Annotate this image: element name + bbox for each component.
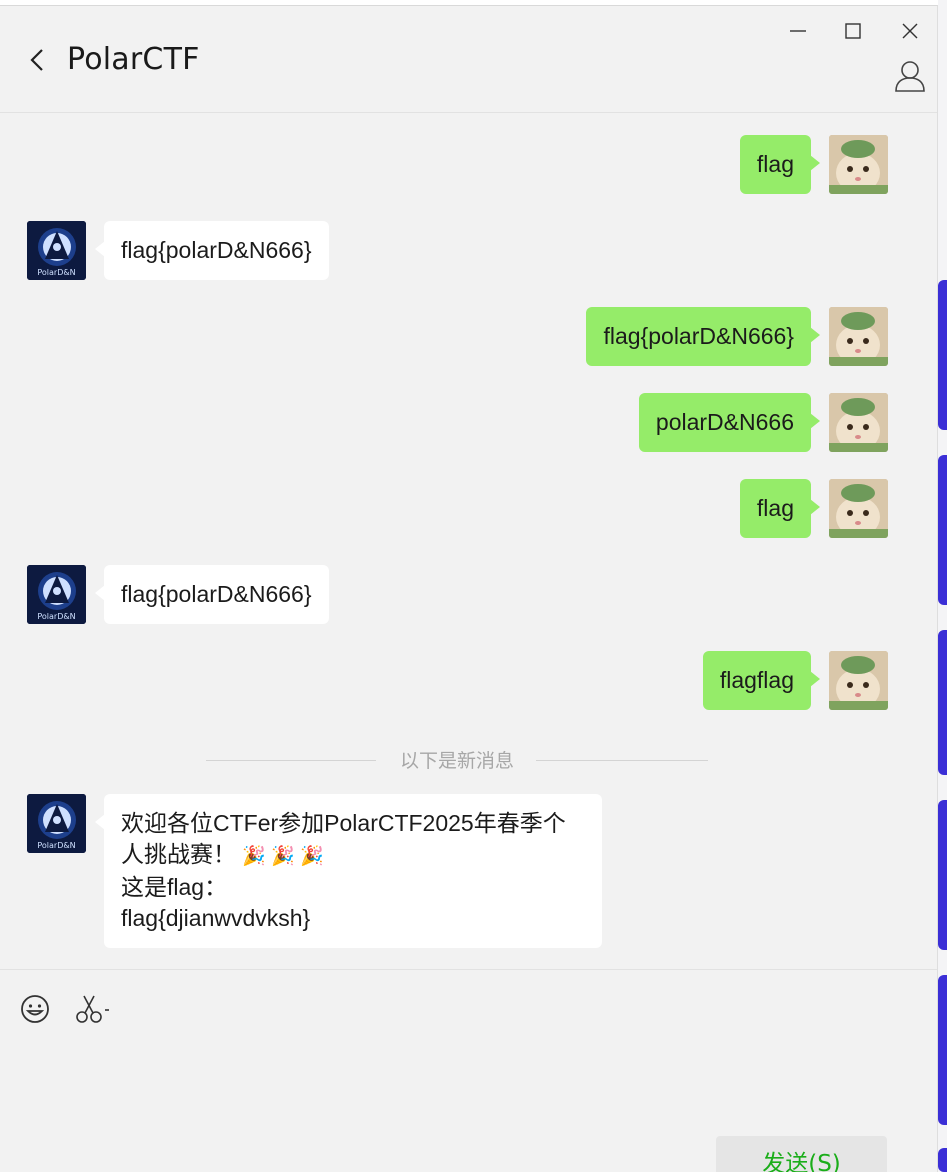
svg-text:PolarD&N: PolarD&N [37,268,75,277]
desktop-tab [938,800,947,950]
my-avatar[interactable] [829,479,888,538]
message-bubble-received-announcement[interactable]: 欢迎各位CTFer参加PolarCTF2025年春季个 人挑战赛！ 🎉 🎉 🎉 … [95,794,602,948]
my-avatar[interactable] [829,393,888,452]
minimize-button[interactable] [783,16,813,46]
polardn-logo-icon: PolarD&N [27,565,86,624]
chat-title: PolarCTF [67,42,200,77]
polardn-logo-icon: PolarD&N [27,794,86,853]
announcement-line-2: 人挑战赛！ 🎉 🎉 🎉 [121,839,585,872]
polardn-avatar[interactable]: PolarD&N [27,221,86,280]
party-popper-icon: 🎉 🎉 🎉 [242,846,324,867]
new-messages-divider: 以下是新消息 [206,745,708,775]
svg-text:PolarD&N: PolarD&N [37,841,75,850]
maximize-button[interactable] [838,16,868,46]
contact-profile-icon[interactable] [893,58,927,94]
cat-avatar-icon [829,307,888,366]
desktop-tab [938,1148,947,1172]
message-bubble-sent[interactable]: flag [739,479,821,538]
close-button[interactable] [895,16,925,46]
chat-window: PolarCTF flag PolarD&N flag{polarD&N666}… [0,5,938,1172]
announcement-line-4: flag{djianwvdvksh} [121,905,311,931]
cat-avatar-icon [829,135,888,194]
send-button[interactable]: 发送(S) [716,1136,887,1172]
svg-text:PolarD&N: PolarD&N [37,612,75,621]
desktop-tab [938,630,947,775]
cat-avatar-icon [829,393,888,452]
scissors-icon[interactable] [74,992,110,1028]
smiley-icon[interactable] [18,992,54,1028]
message-composer[interactable]: 发送(S) [0,969,937,1172]
polardn-avatar[interactable]: PolarD&N [27,794,86,853]
my-avatar[interactable] [829,135,888,194]
back-arrow-icon[interactable] [26,46,52,74]
message-bubble-sent[interactable]: flag [739,135,821,194]
message-bubble-sent[interactable]: flagflag [702,651,821,710]
polardn-logo-icon: PolarD&N [27,221,86,280]
desktop-tab [938,280,947,430]
divider-line [536,760,708,761]
polardn-avatar[interactable]: PolarD&N [27,565,86,624]
message-list[interactable]: flag PolarD&N flag{polarD&N666} flag{pol… [0,114,937,969]
message-bubble-received[interactable]: flag{polarD&N666} [95,565,329,624]
desktop-tab [938,455,947,605]
message-bubble-received[interactable]: flag{polarD&N666} [95,221,329,280]
message-bubble-sent[interactable]: flag{polarD&N666} [586,307,820,366]
desktop-background-strip [938,0,947,1172]
desktop-tab [938,975,947,1125]
announcement-line-2-text: 人挑战赛！ [121,841,236,867]
my-avatar[interactable] [829,307,888,366]
announcement-line-1: 欢迎各位CTFer参加PolarCTF2025年春季个 [121,810,566,836]
message-bubble-sent[interactable]: polarD&N666 [638,393,821,452]
announcement-line-3: 这是flag： [121,874,228,900]
my-avatar[interactable] [829,651,888,710]
chat-header: PolarCTF [0,6,937,113]
cat-avatar-icon [829,651,888,710]
cat-avatar-icon [829,479,888,538]
